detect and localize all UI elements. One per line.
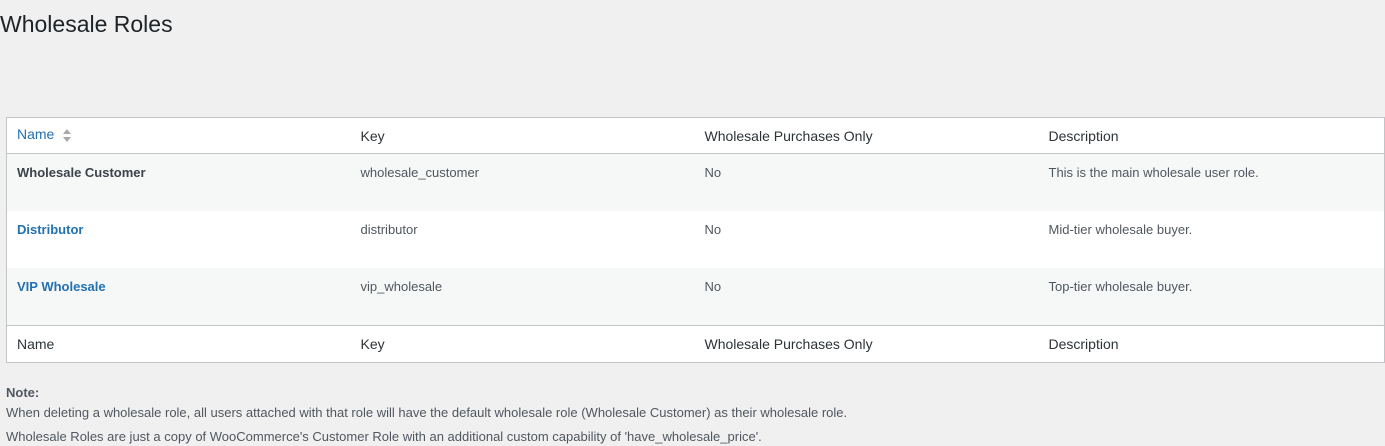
- cell-purchases-only: No: [694, 153, 1039, 211]
- role-name-link[interactable]: VIP Wholesale: [17, 279, 106, 294]
- cell-role-key: distributor: [360, 221, 418, 237]
- note-label: Note:: [6, 385, 40, 400]
- notes-section: Note: When deleting a wholesale role, al…: [6, 384, 847, 446]
- role-name-text: Wholesale Customer: [17, 165, 146, 180]
- cell-role-key: vip_wholesale: [350, 268, 695, 326]
- sort-arrows-icon[interactable]: [62, 127, 72, 145]
- page-title: Wholesale Roles: [0, 11, 173, 37]
- column-header-key: Key: [350, 117, 695, 154]
- footer-column-name: Name: [6, 325, 351, 363]
- note-line-delete: When deleting a wholesale role, all user…: [6, 405, 848, 420]
- column-name-label: Name: [17, 126, 55, 143]
- table-footer: Name Key Wholesale Purchases Only Descri…: [6, 325, 1385, 363]
- column-header-description: Description: [1038, 117, 1385, 154]
- cell-purchases-only: No: [694, 268, 1039, 326]
- table-row: Distributor distributor No Mid-tier wholesa…: [7, 211, 1385, 268]
- role-name-link[interactable]: Distributor: [17, 222, 83, 237]
- column-header-purchases-only: Wholesale Purchases Only: [694, 117, 1039, 154]
- sort-by-name-link[interactable]: Name: [17, 126, 58, 142]
- note-line-capability: Wholesale Roles are just a copy of WooCo…: [6, 429, 762, 444]
- table-header: Name Key Wholesale Purchases Only Descri…: [6, 117, 1385, 154]
- cell-description: This is the main wholesale user role.: [1038, 153, 1385, 211]
- cell-description: Top-tier wholesale buyer.: [1038, 268, 1385, 326]
- column-header-name[interactable]: Name: [6, 117, 351, 154]
- cell-role-name: VIP Wholesale: [6, 268, 351, 326]
- cell-description: Mid-tier wholesale buyer.: [1048, 221, 1193, 237]
- footer-column-description: Description: [1038, 325, 1385, 363]
- table-body: Wholesale Customer wholesale_customer No Th…: [6, 153, 1385, 326]
- wholesale-roles-table: Name Key Wholesale Purchases Only Descri…: [6, 117, 1385, 363]
- table-row: Wholesale Customer wholesale_customer No Th…: [6, 153, 1385, 211]
- cell-purchases-only: No: [704, 221, 722, 237]
- footer-column-key: Key: [350, 325, 695, 363]
- table-row: VIP Wholesale vip_wholesale No Top-tier who…: [6, 268, 1385, 326]
- cell-role-key: wholesale_customer: [350, 153, 695, 211]
- footer-column-purchases-only: Wholesale Purchases Only: [694, 325, 1039, 363]
- cell-role-name: Distributor: [7, 211, 351, 268]
- cell-role-name: Wholesale Customer: [6, 153, 351, 211]
